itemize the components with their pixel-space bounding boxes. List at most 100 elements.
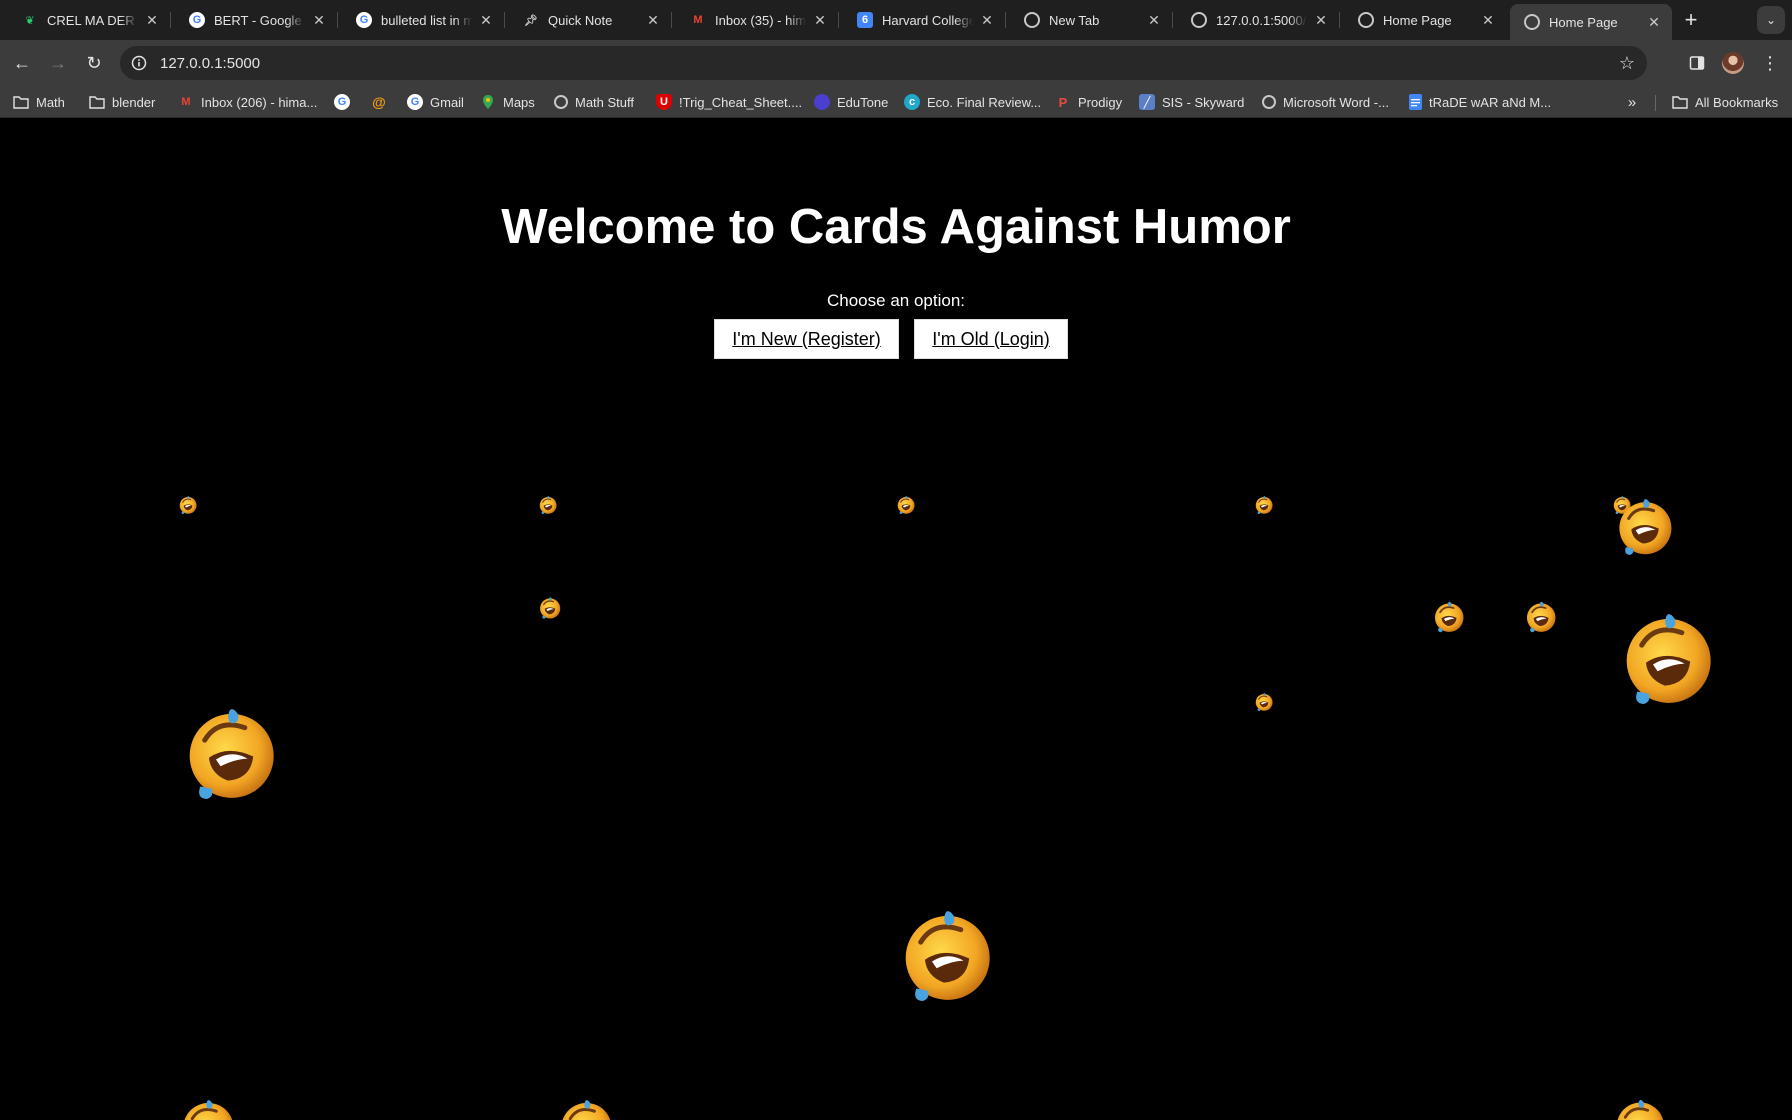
bookmark-label: Inbox (206) - hima... [201,94,318,110]
shield-icon: U [656,94,672,110]
calendar-icon: 6 [857,12,873,28]
tab-harvard-college[interactable]: 6 Harvard College ✕ [843,4,1006,36]
rolling-on-floor-laughing-icon [167,690,295,818]
close-icon[interactable]: ✕ [144,12,160,28]
choose-option-label: Choose an option: [827,291,965,310]
swirl-icon: @ [372,94,386,110]
bookmark-prodigy[interactable]: P Prodigy [1055,91,1122,113]
forward-button[interactable]: → [44,49,72,77]
bookmark-label: Maps [503,94,535,110]
gmail-icon: M [693,14,703,26]
register-button[interactable]: I'm New (Register) [714,319,899,359]
google-icon: G [189,12,205,28]
close-icon[interactable]: ✕ [1646,14,1662,30]
bookmark-eco-final-review[interactable]: c Eco. Final Review... [904,91,1041,113]
tab-search-button[interactable]: ⌄ [1757,6,1785,34]
side-panel-button[interactable] [1683,49,1711,77]
tab-title: Harvard College [882,12,973,28]
bookmarks-bar: Math blender M Inbox (206) - hima... G @… [0,86,1792,118]
bookmark-microsoft-word[interactable]: Microsoft Word -... [1262,91,1389,113]
bookmark-swirl[interactable]: @ [371,91,394,113]
tab-title: CREL MA DER Pa [47,12,138,28]
bookmark-gmail[interactable]: G Gmail [407,91,464,113]
tab-title: New Tab [1049,12,1100,28]
bookmark-trig-cheat-sheet[interactable]: U !Trig_Cheat_Sheet.... [656,91,802,113]
back-button[interactable]: ← [8,49,36,77]
google-icon: G [334,94,350,110]
tab-title: bulleted list in m [381,12,472,28]
tab-strip: ❦ CREL MA DER Pa ✕ G BERT - Google S ✕ G… [0,0,1792,40]
page-content: Welcome to Cards Against Humor Choose an… [0,119,1792,1120]
bookmark-google[interactable]: G [334,91,357,113]
tab-localhost[interactable]: 127.0.0.1:5000/r ✕ [1177,4,1340,36]
tab-title: BERT - Google S [214,12,305,28]
bookmark-label: Eco. Final Review... [927,94,1042,110]
pin-icon: 📌︎ [524,14,538,27]
chrome-icon [1024,12,1040,28]
arrow-right-icon: → [49,52,67,73]
profile-avatar[interactable] [1722,52,1744,74]
bookmark-blender[interactable]: blender [89,91,155,113]
bookmark-edutone[interactable]: EduTone [814,91,888,113]
close-icon[interactable]: ✕ [645,12,661,28]
bookmark-math[interactable]: Math [13,91,65,113]
close-icon[interactable]: ✕ [1480,12,1496,28]
c-logo-icon: c [904,94,920,110]
rolling-on-floor-laughing-icon [548,1089,625,1120]
rolling-on-floor-laughing-icon [170,1089,247,1120]
bookmark-label: Microsoft Word -... [1283,94,1389,110]
rolling-on-floor-laughing-icon [175,492,201,518]
rolling-on-floor-laughing-icon [1251,492,1277,518]
tab-bulleted-list[interactable]: G bulleted list in m ✕ [342,4,505,36]
tab-quick-note[interactable]: 📌︎ Quick Note ✕ [509,4,672,36]
tab-title: Home Page [1383,12,1452,28]
arrow-left-icon: ← [13,52,31,73]
bookmark-inbox[interactable]: M Inbox (206) - hima... [178,91,317,113]
tab-home-page-active[interactable]: Home Page ✕ [1510,4,1672,40]
reload-button[interactable]: ↻ [80,49,108,77]
address-bar[interactable]: 127.0.0.1:5000 ☆ [120,46,1647,80]
all-bookmarks[interactable]: All Bookmarks [1672,91,1778,113]
bookmarks-overflow-button[interactable]: » [1620,91,1644,113]
bookmark-label: Math Stuff [575,94,635,110]
tab-bert[interactable]: G BERT - Google S ✕ [175,4,338,36]
prodigy-icon: P [1058,94,1068,110]
bookmark-star-icon[interactable]: ☆ [1613,49,1641,77]
close-icon[interactable]: ✕ [1313,12,1329,28]
reload-icon: ↻ [86,52,102,73]
browser-menu-button[interactable]: ⋮ [1756,49,1784,77]
globe-icon [554,95,568,109]
bookmark-label: Prodigy [1078,94,1123,110]
tab-new-tab[interactable]: New Tab ✕ [1010,4,1173,36]
close-icon[interactable]: ✕ [1146,12,1162,28]
bookmark-trade-war[interactable]: tRaDE wAR aNd M... [1409,91,1551,113]
site-info-icon[interactable] [128,52,150,74]
side-panel-icon [1689,56,1705,70]
tab-inbox[interactable]: M Inbox (35) - hima ✕ [676,4,839,36]
close-icon[interactable]: ✕ [478,12,494,28]
tab-title: Quick Note [548,12,613,28]
new-tab-button[interactable]: + [1677,6,1705,34]
more-vertical-icon: ⋮ [1761,52,1779,73]
bookmark-label: EduTone [837,94,889,110]
close-icon[interactable]: ✕ [812,12,828,28]
google-icon: G [407,94,423,110]
tab-home-page[interactable]: Home Page ✕ [1344,4,1506,36]
page-title: Welcome to Cards Against Humor [501,200,1291,254]
rolling-on-floor-laughing-icon [893,492,919,518]
bookmark-skyward[interactable]: ╱ SIS - Skyward [1139,91,1244,113]
bookmark-maps[interactable]: Maps [480,91,535,113]
close-icon[interactable]: ✕ [979,12,995,28]
tab-title: Inbox (35) - hima [715,12,806,28]
rolling-on-floor-laughing-icon [535,492,561,518]
tab-title: Home Page [1549,14,1618,30]
globe-icon [1524,14,1540,30]
close-icon[interactable]: ✕ [311,12,327,28]
tab-crel[interactable]: ❦ CREL MA DER Pa ✕ [8,4,171,36]
bookmark-label: Gmail [430,94,464,110]
url-text[interactable]: 127.0.0.1:5000 [160,55,1613,72]
all-bookmarks-label: All Bookmarks [1695,94,1779,110]
login-button[interactable]: I'm Old (Login) [914,319,1068,359]
docs-icon [1409,94,1422,110]
bookmark-math-stuff[interactable]: Math Stuff [554,91,634,113]
